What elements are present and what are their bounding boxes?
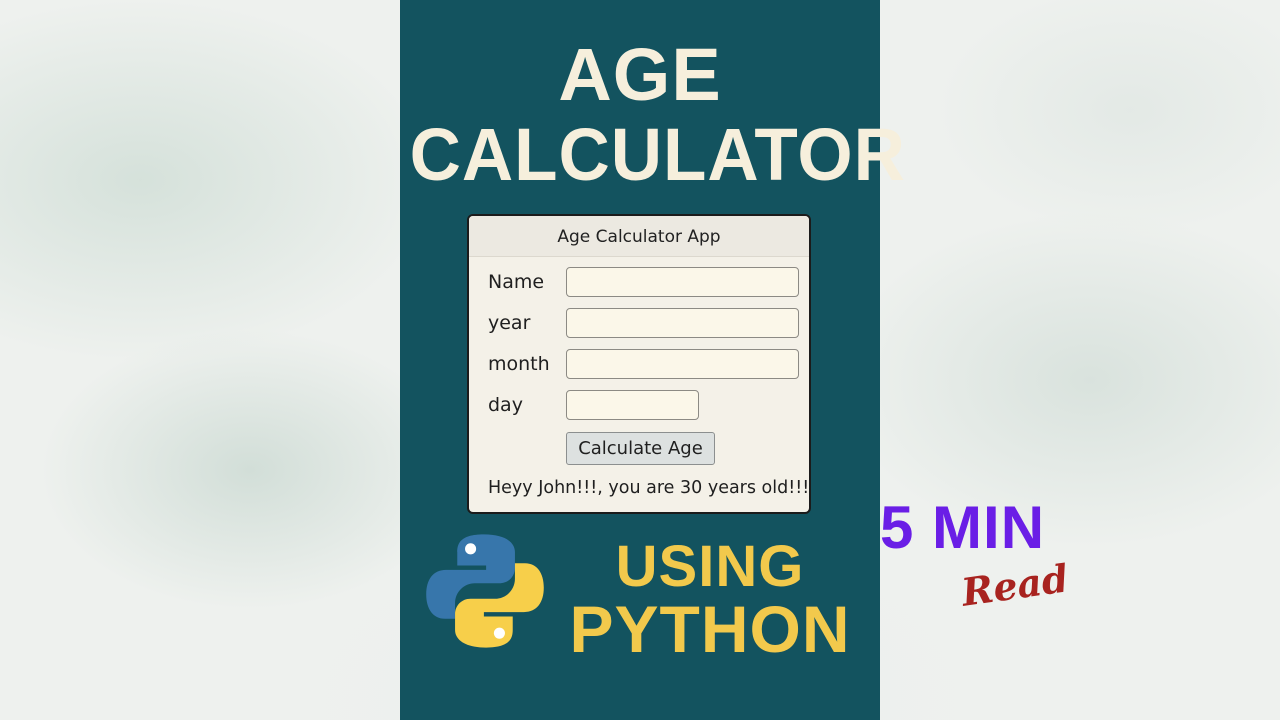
python-logo-icon [426,534,544,648]
name-label: Name [488,271,545,293]
name-input[interactable] [566,267,799,297]
age-calculator-window: Age Calculator App Name year month day C… [467,214,811,514]
headline-line-1: AGE [558,33,722,116]
day-input[interactable] [566,390,699,420]
result-message: Heyy John!!!, you are 30 years old!!! [488,478,810,498]
year-label: year [488,312,531,334]
month-label: month [488,353,550,375]
read-time-badge: 5 MIN [880,494,1046,561]
year-input[interactable] [566,308,799,338]
calculate-age-button[interactable]: Calculate Age [566,432,715,465]
day-label: day [488,394,523,416]
using-text: USING [615,534,805,599]
python-text: PYTHON [569,592,851,666]
month-input[interactable] [566,349,799,379]
window-title: Age Calculator App [469,216,809,257]
headline-line-2: CALCULATOR [409,113,906,196]
